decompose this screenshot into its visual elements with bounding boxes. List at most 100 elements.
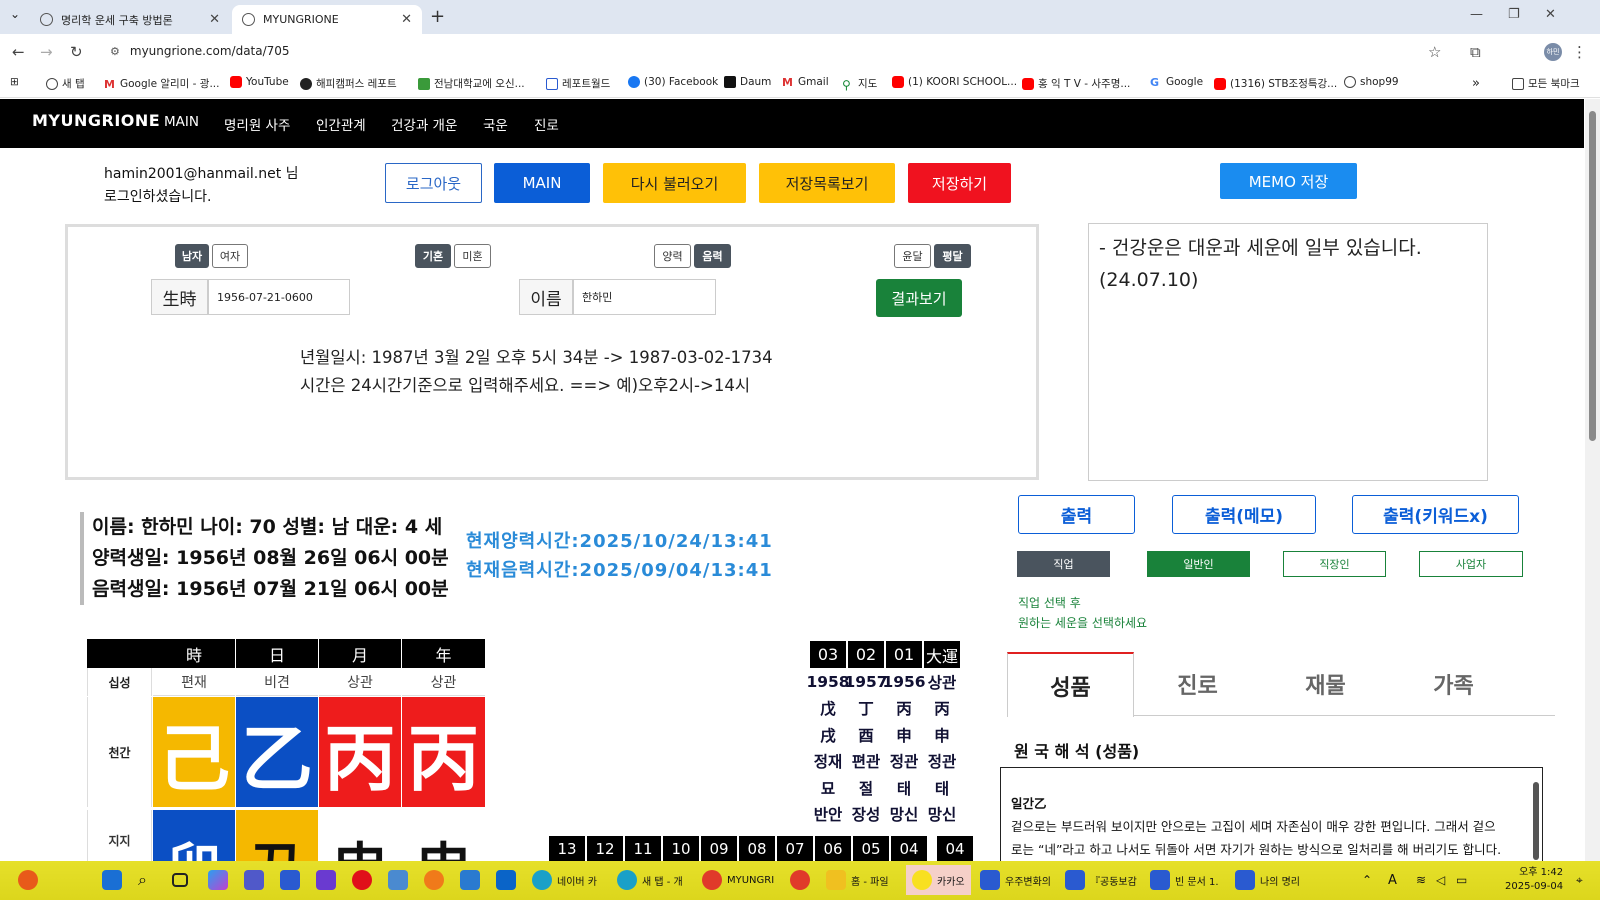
bookmark-item[interactable]: (30) Facebook xyxy=(628,76,718,88)
taskbar-app-active[interactable]: 카카오 xyxy=(906,865,971,895)
firefox-icon[interactable] xyxy=(424,869,444,891)
profile-avatar[interactable]: 하민 xyxy=(1544,43,1562,61)
ime-icon[interactable]: A xyxy=(1388,869,1397,891)
save-list-button[interactable]: 저장목록보기 xyxy=(759,163,895,203)
tab-family[interactable]: 가족 xyxy=(1390,652,1517,716)
seun-head[interactable]: 07 xyxy=(777,836,813,861)
bookmark-item[interactable]: 새 탭 xyxy=(46,76,85,91)
interpretation-box[interactable]: 일간乙 겉으로는 부드러워 보이지만 안으로는 고집이 세며 자존심이 매우 강… xyxy=(1000,767,1543,862)
opera-icon[interactable] xyxy=(352,869,372,891)
seun-head[interactable]: 06 xyxy=(815,836,851,861)
seun-head[interactable]: 05 xyxy=(853,836,889,861)
taskbar-app[interactable]: 빈 문서 1. xyxy=(1150,869,1219,891)
nav-main[interactable]: MAIN xyxy=(164,114,199,130)
nav-health[interactable]: 건강과 개운 xyxy=(391,114,457,134)
bookmark-item[interactable]: Daum xyxy=(724,76,771,88)
bookmark-item[interactable]: YouTube xyxy=(230,76,289,88)
more-bookmarks-chevron[interactable]: » xyxy=(1472,76,1480,91)
single-toggle[interactable]: 미혼 xyxy=(454,244,491,268)
daeun-head[interactable]: 01 xyxy=(886,641,922,668)
notification-icon[interactable]: ⌖ xyxy=(1576,869,1583,891)
taskbar-app[interactable]: 네이버 카 xyxy=(532,869,597,891)
nav-saju[interactable]: 명리원 사주 xyxy=(224,114,290,134)
seun-head[interactable]: 04 xyxy=(891,836,927,861)
bookmark-item[interactable]: ⚲ 지도 xyxy=(842,76,877,92)
settings-icon[interactable] xyxy=(388,869,408,891)
solar-toggle[interactable]: 양력 xyxy=(654,244,691,268)
reload-icon[interactable]: ↻ xyxy=(70,43,83,61)
new-tab-plus-icon[interactable]: + xyxy=(430,6,445,27)
gender-male-toggle[interactable]: 남자 xyxy=(175,244,209,268)
save-button[interactable]: 저장하기 xyxy=(908,163,1011,203)
close-tab-icon[interactable]: ✕ xyxy=(209,12,220,27)
taskbar-app[interactable]: 우주변화의 xyxy=(980,869,1051,891)
tab-career[interactable]: 진로 xyxy=(1134,652,1261,716)
apps-grid-icon[interactable]: ⊞ xyxy=(10,76,19,88)
bookmark-item[interactable]: G Google xyxy=(1150,76,1203,89)
bookmark-item[interactable]: 해피캠퍼스 레포트 xyxy=(300,76,397,91)
daeun-head[interactable]: 大運 xyxy=(924,641,960,668)
wifi-icon[interactable]: ≋ xyxy=(1416,869,1426,891)
bookmark-item[interactable]: shop99 xyxy=(1344,76,1399,88)
main-button[interactable]: MAIN xyxy=(494,163,590,203)
copilot-icon[interactable] xyxy=(208,869,228,891)
search-icon[interactable]: ⌕ xyxy=(138,869,147,891)
browser-tab[interactable]: 명리학 운세 구축 방법론 ✕ xyxy=(30,5,230,34)
outlook-icon[interactable] xyxy=(496,869,516,891)
married-toggle[interactable]: 기혼 xyxy=(415,244,451,268)
nav-career[interactable]: 진로 xyxy=(534,114,559,134)
bookmark-item[interactable]: (1) KOORI SCHOOL... xyxy=(892,76,1017,88)
seun-head[interactable]: 04 xyxy=(937,836,973,861)
lunar-toggle[interactable]: 음력 xyxy=(694,244,731,268)
start-windows-icon[interactable] xyxy=(102,869,122,891)
forward-arrow-icon[interactable]: → xyxy=(40,43,53,61)
window-close-icon[interactable]: ✕ xyxy=(1545,7,1556,22)
nav-national[interactable]: 국운 xyxy=(483,114,508,134)
close-tab-icon[interactable]: ✕ xyxy=(401,12,412,27)
bookmark-item[interactable]: 전남대학교에 오신... xyxy=(418,76,525,91)
site-info-icon[interactable]: ⚙ xyxy=(110,45,120,58)
bookmark-item[interactable]: M Google 알리미 - 광... xyxy=(104,76,219,91)
seun-head[interactable]: 10 xyxy=(663,836,699,861)
brand-logo[interactable]: MYUNGRIONE xyxy=(32,111,160,130)
browser-tab-active[interactable]: MYUNGRIONE ✕ xyxy=(232,5,422,34)
nav-relations[interactable]: 인간관계 xyxy=(316,114,366,134)
taskbar-app[interactable]: 『공동보감 xyxy=(1065,869,1137,891)
seun-head[interactable]: 11 xyxy=(625,836,661,861)
tray-chevron-icon[interactable]: ⌃ xyxy=(1362,869,1372,891)
memo-textarea[interactable]: - 건강운은 대운과 세운에 일부 있습니다. (24.07.10) xyxy=(1088,223,1488,481)
bookmark-item[interactable]: 홍 익 T V - 사주명... xyxy=(1022,76,1130,91)
minimize-icon[interactable]: — xyxy=(1470,7,1483,22)
show-result-button[interactable]: 결과보기 xyxy=(876,279,962,317)
battery-icon[interactable]: ▭ xyxy=(1456,869,1467,891)
menu-kebab-icon[interactable]: ⋮ xyxy=(1572,43,1587,61)
app-icon[interactable] xyxy=(316,869,336,891)
taskbar-app[interactable]: MYUNGRI xyxy=(702,869,774,891)
bookmark-item[interactable]: 레포트월드 xyxy=(546,76,610,91)
taskbar-app[interactable]: 새 탭 - 개 xyxy=(617,869,683,891)
interpretation-scroll-thumb[interactable] xyxy=(1533,782,1539,860)
url-field[interactable]: ⚙ myungrione.com/data/705 xyxy=(110,44,290,58)
logout-button[interactable]: 로그아웃 xyxy=(385,163,482,203)
job-employee-button[interactable]: 직장인 xyxy=(1283,551,1386,577)
bookmark-star-icon[interactable]: ☆ xyxy=(1428,43,1441,61)
print-memo-button[interactable]: 출력(메모) xyxy=(1172,495,1316,534)
tab-character[interactable]: 성품 xyxy=(1007,652,1134,717)
memo-save-button[interactable]: MEMO 저장 xyxy=(1220,163,1357,199)
store-icon[interactable] xyxy=(280,869,300,891)
job-general-button[interactable]: 일반인 xyxy=(1147,551,1250,577)
task-view-icon[interactable] xyxy=(172,869,188,891)
network-app-icon[interactable] xyxy=(460,869,480,891)
volume-icon[interactable]: ◁ xyxy=(1436,869,1445,891)
daeun-head[interactable]: 02 xyxy=(848,641,884,668)
back-arrow-icon[interactable]: ← xyxy=(12,43,25,61)
reload-button[interactable]: 다시 불러오기 xyxy=(603,163,746,203)
all-bookmarks[interactable]: 모든 북마크 xyxy=(1512,76,1580,91)
name-input[interactable]: 한하민 xyxy=(573,279,716,315)
taskbar-app[interactable]: 나의 명리 xyxy=(1235,869,1300,891)
widgets-icon[interactable] xyxy=(18,869,38,891)
tab-list-chevron-icon[interactable]: ⌄ xyxy=(10,7,20,21)
job-business-button[interactable]: 사업자 xyxy=(1419,551,1523,577)
taskbar-app[interactable] xyxy=(790,869,810,891)
birth-input[interactable]: 1956-07-21-0600 xyxy=(208,279,350,315)
